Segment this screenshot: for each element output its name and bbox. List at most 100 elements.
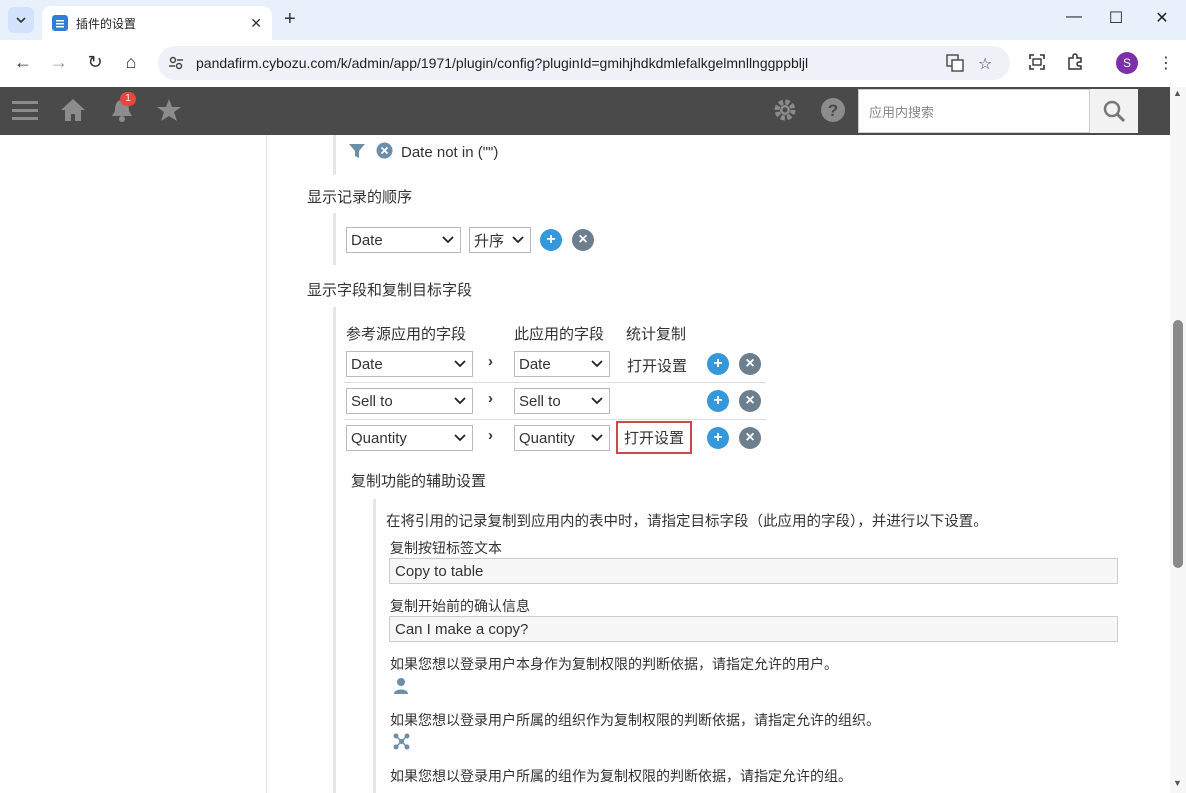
row2-target-value: Sell to	[519, 392, 561, 410]
row3-target-select[interactable]: Quantity	[514, 425, 610, 451]
row3-open-settings-link[interactable]: 打开设置	[616, 421, 693, 454]
sort-field-value: Date	[351, 231, 383, 249]
profile-avatar[interactable]: S	[1116, 52, 1138, 74]
button-label-input[interactable]: Copy to table	[389, 558, 1118, 584]
site-info-icon[interactable]	[168, 55, 184, 76]
search-button[interactable]	[1090, 89, 1138, 133]
row2-remove-button[interactable]: ×	[739, 390, 761, 412]
row1-target-value: Date	[519, 355, 551, 373]
chevron-right-icon: ›	[488, 427, 493, 444]
bookmark-star-icon[interactable]: ☆	[978, 54, 992, 74]
filter-funnel-icon	[348, 143, 366, 163]
scroll-down-arrow-icon[interactable]: ▼	[1173, 778, 1182, 788]
minimize-icon[interactable]: —	[1062, 8, 1086, 26]
remove-sort-button[interactable]: ×	[572, 229, 594, 251]
tab-close-icon[interactable]: ✕	[250, 15, 262, 32]
window-close-icon[interactable]: ✕	[1150, 8, 1174, 28]
button-label-value: Copy to table	[395, 562, 484, 580]
chevron-down-icon	[512, 232, 524, 252]
chevron-right-icon: ›	[488, 390, 493, 407]
remove-filter-icon[interactable]	[376, 142, 393, 163]
search-icon	[1103, 100, 1126, 123]
home-icon[interactable]	[60, 97, 86, 128]
add-sort-button[interactable]: +	[540, 229, 562, 251]
home-icon[interactable]: ⌂	[120, 52, 142, 73]
row1-source-select[interactable]: Date	[346, 351, 473, 377]
sort-field-select[interactable]: Date	[346, 227, 461, 253]
chevron-down-icon	[16, 17, 26, 23]
scrollbar-thumb[interactable]	[1173, 320, 1183, 568]
app-favicon-icon	[52, 15, 68, 31]
browser-menu-icon[interactable]: ⋮	[1158, 53, 1174, 73]
chevron-down-icon	[591, 430, 603, 450]
row3-source-select[interactable]: Quantity	[346, 425, 473, 451]
row1-add-button[interactable]: +	[707, 353, 729, 375]
favorites-star-icon[interactable]	[156, 97, 182, 128]
row1-open-settings-link[interactable]: 打开设置	[627, 355, 687, 376]
col-aggregate-copy: 统计复制	[626, 326, 687, 343]
fields-indent-line	[333, 307, 336, 793]
row1-target-select[interactable]: Date	[514, 351, 610, 377]
browser-tab[interactable]: 插件的设置 ✕	[42, 6, 272, 40]
sort-order-select[interactable]: 升序	[469, 227, 531, 253]
confirm-message-value: Can I make a copy?	[395, 620, 529, 638]
group-permission-text: 如果您想以登录用户所属的组作为复制权限的判断依据，请指定允许的组。	[390, 768, 852, 784]
aux-section-title: 复制功能的辅助设置	[351, 473, 487, 490]
search-placeholder: 应用内搜索	[869, 104, 935, 120]
sort-order-value: 升序	[474, 232, 505, 250]
row2-source-value: Sell to	[351, 392, 393, 410]
user-picker-icon[interactable]	[393, 677, 409, 700]
scroll-up-arrow-icon[interactable]: ▲	[1173, 88, 1182, 98]
filter-condition-text: Date not in ("")	[401, 144, 499, 161]
col-this-app-field: 此应用的字段	[514, 326, 605, 343]
fields-section-title: 显示字段和复制目标字段	[307, 282, 473, 299]
chevron-down-icon	[454, 393, 466, 413]
org-permission-text: 如果您想以登录用户所属的组织作为复制权限的判断依据，请指定允许的组织。	[390, 712, 880, 728]
help-icon[interactable]: ?	[820, 97, 846, 128]
row1-source-value: Date	[351, 355, 383, 373]
user-permission-text: 如果您想以登录用户本身作为复制权限的判断依据，请指定允许的用户。	[390, 656, 838, 672]
tab-search-button[interactable]	[8, 7, 34, 33]
confirm-message-caption: 复制开始前的确认信息	[390, 598, 530, 614]
chevron-down-icon	[591, 393, 603, 413]
col-source-field: 参考源应用的字段	[346, 326, 467, 343]
chevron-down-icon	[442, 232, 454, 252]
settings-gear-icon[interactable]	[772, 97, 798, 128]
filter-condition-row: Date not in ("")	[348, 142, 498, 163]
row3-source-value: Quantity	[351, 429, 407, 447]
menu-hamburger-icon[interactable]	[12, 97, 40, 130]
url-text: pandafirm.cybozu.com/k/admin/app/1971/pl…	[196, 55, 809, 71]
row-divider	[344, 382, 766, 383]
aux-indent-line	[373, 499, 376, 793]
maximize-icon[interactable]: ☐	[1104, 8, 1128, 28]
reload-icon[interactable]: ↻	[84, 52, 106, 73]
confirm-message-input[interactable]: Can I make a copy?	[389, 616, 1118, 642]
app-search-input[interactable]: 应用内搜索	[858, 89, 1090, 133]
row2-source-select[interactable]: Sell to	[346, 388, 473, 414]
aux-description: 在将引用的记录复制到应用内的表中时，请指定目标字段（此应用的字段），并进行以下设…	[386, 514, 988, 530]
url-omnibox[interactable]: pandafirm.cybozu.com/k/admin/app/1971/pl…	[158, 46, 1010, 80]
chevron-down-icon	[591, 356, 603, 376]
org-picker-icon[interactable]	[393, 733, 410, 755]
forward-arrow-icon[interactable]: →	[48, 52, 70, 73]
translate-icon[interactable]	[946, 54, 964, 77]
chevron-right-icon: ›	[488, 353, 493, 370]
plugin-config-content: Date not in ("") 显示记录的顺序 Date 升序 + × 显示字…	[0, 135, 1170, 793]
row2-add-button[interactable]: +	[707, 390, 729, 412]
extensions-icon[interactable]	[1066, 53, 1084, 76]
sort-section-title: 显示记录的顺序	[307, 189, 413, 206]
row3-target-value: Quantity	[519, 429, 575, 447]
row3-add-button[interactable]: +	[707, 427, 729, 449]
notification-badge: 1	[120, 92, 136, 106]
sort-indent-line	[333, 213, 336, 265]
new-tab-button[interactable]: +	[284, 8, 296, 31]
tab-bar: 插件的设置 ✕ + — ☐ ✕	[0, 0, 1186, 40]
back-arrow-icon[interactable]: ←	[12, 52, 34, 73]
row2-target-select[interactable]: Sell to	[514, 388, 610, 414]
row3-remove-button[interactable]: ×	[739, 427, 761, 449]
button-label-caption: 复制按钮标签文本	[390, 540, 502, 556]
screenshot-icon[interactable]	[1028, 53, 1046, 76]
filter-indent-line	[333, 135, 336, 175]
row1-remove-button[interactable]: ×	[739, 353, 761, 375]
chevron-down-icon	[454, 430, 466, 450]
